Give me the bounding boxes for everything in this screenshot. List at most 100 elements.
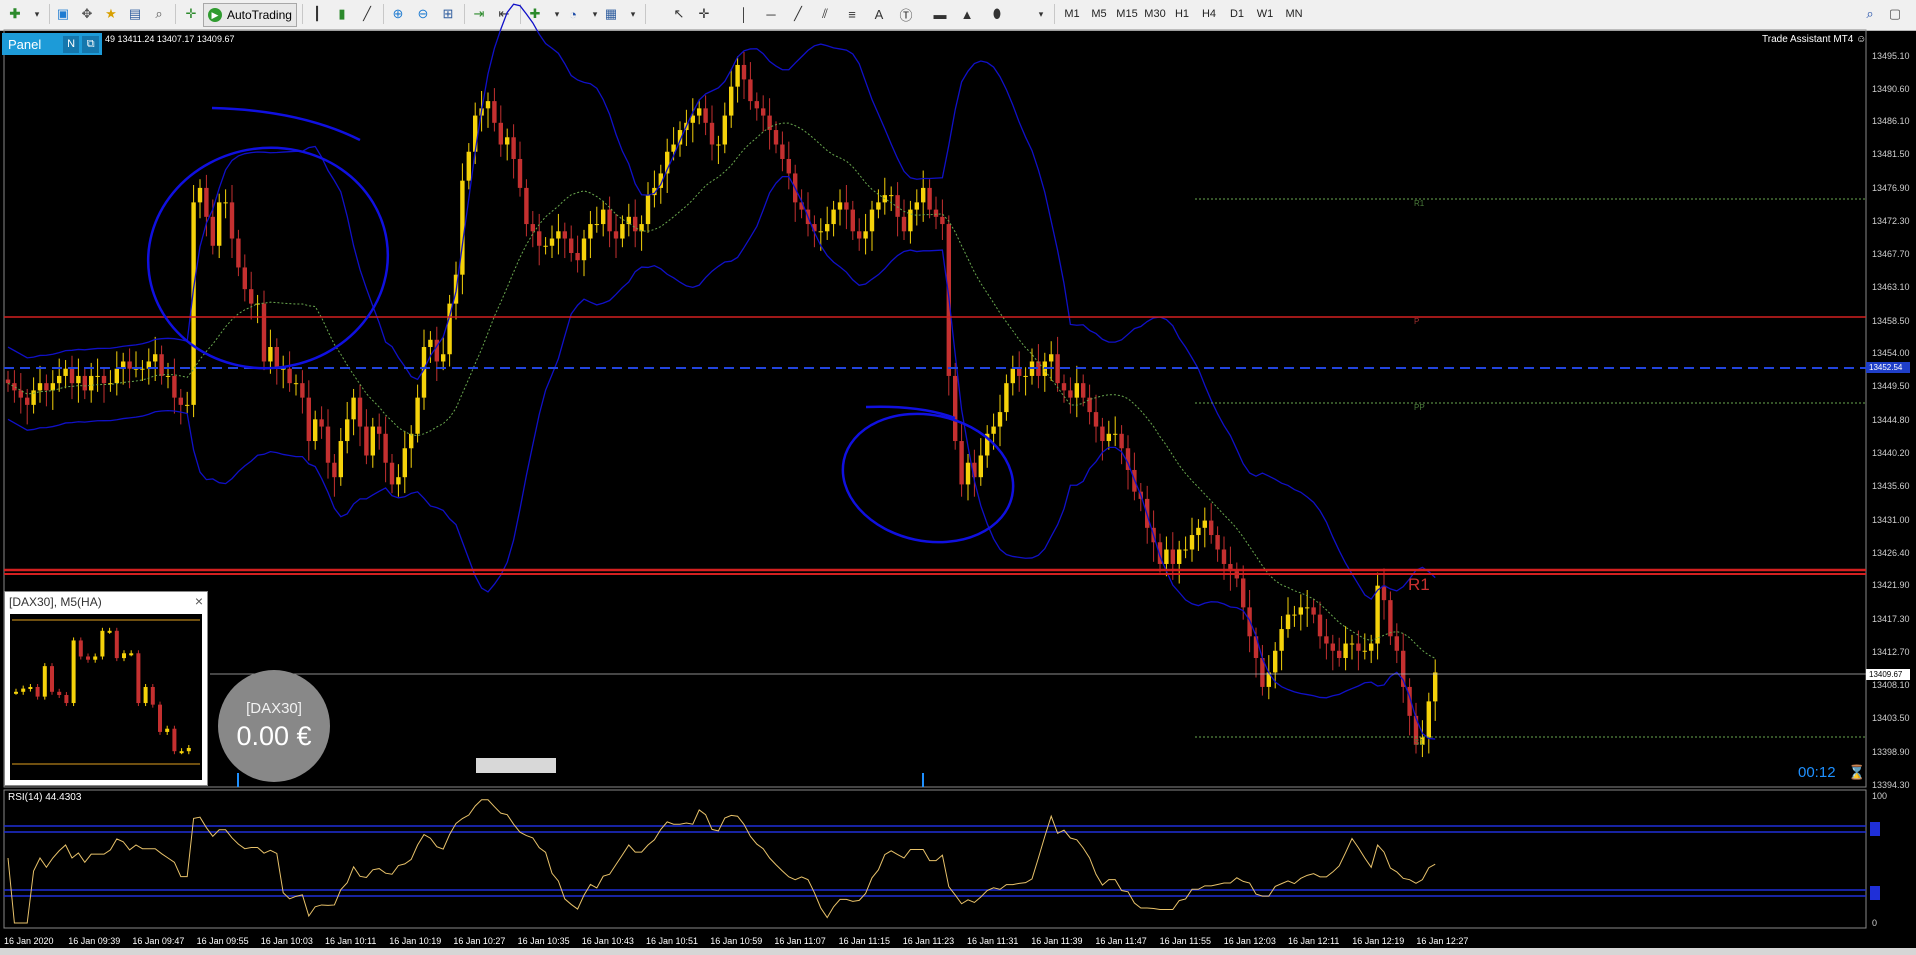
candle-body: [498, 122, 503, 145]
candle-body: [697, 108, 702, 116]
candle-body: [402, 448, 407, 478]
candle-body: [485, 101, 491, 109]
price-axis-label: 13403.50: [1872, 713, 1910, 724]
panel-window-button[interactable]: ⧉: [82, 35, 99, 53]
candle-body: [575, 252, 580, 261]
time-axis-label: 16 Jan 11:39: [1031, 936, 1083, 946]
time-axis-label: 16 Jan 11:23: [902, 936, 955, 946]
candle-body: [1004, 383, 1009, 413]
bar-countdown: 00:12: [1798, 764, 1836, 781]
panel-title: Panel: [8, 36, 42, 52]
annotation-circle-left: [146, 146, 390, 370]
rsi-scale-top: 100: [1872, 791, 1888, 801]
mini-candle: [136, 653, 141, 704]
candle-body: [1362, 650, 1367, 652]
candle-body: [588, 224, 593, 239]
candle-body: [82, 375, 87, 391]
candle-body: [364, 426, 369, 456]
main-chart[interactable]: R1PPPR1S1: [0, 0, 1916, 788]
pivot-label-r1-small: R1: [1414, 199, 1425, 208]
candle-body: [319, 419, 324, 427]
mini-candle: [107, 630, 112, 633]
mini-candle: [129, 653, 134, 656]
candle-body: [1349, 643, 1355, 645]
candle-body: [1433, 672, 1438, 702]
mini-candle: [150, 686, 155, 705]
candle-body: [786, 158, 791, 174]
mini-chart-close-icon[interactable]: ×: [195, 593, 203, 609]
candle-body: [889, 195, 894, 197]
candle-body: [997, 412, 1003, 427]
candle-body: [722, 115, 727, 145]
candle-body: [901, 216, 907, 232]
candle-body: [1394, 636, 1399, 651]
candle-body: [127, 361, 132, 369]
candle-body: [300, 383, 305, 398]
candle-body: [57, 375, 62, 384]
rsi-label: RSI(14) 44.4303: [8, 792, 82, 803]
candle-body: [268, 347, 273, 362]
candle-body: [1330, 643, 1335, 651]
candle-body: [748, 79, 753, 102]
price-axis-label: 13476.90: [1872, 182, 1910, 193]
candle-body: [101, 375, 107, 384]
mini-candle: [93, 656, 98, 660]
candle-body: [172, 375, 177, 398]
mini-candle: [186, 747, 191, 752]
candle-body: [1074, 383, 1079, 398]
candle-body: [844, 202, 849, 210]
candle-body: [729, 86, 734, 116]
candle-body: [95, 375, 100, 377]
gray-button[interactable]: [476, 758, 556, 773]
candle-body: [37, 383, 43, 391]
panel-n-button[interactable]: N: [62, 35, 80, 53]
price-axis-label: 13431.00: [1872, 514, 1910, 525]
candle-body: [953, 375, 958, 442]
time-axis-label: 16 Jan 11:31: [967, 936, 1019, 946]
rsi-subwindow[interactable]: [0, 788, 1916, 929]
time-axis-label: 16 Jan 10:11: [325, 936, 377, 946]
candle-body: [511, 137, 516, 159]
candle-body: [293, 383, 299, 385]
time-axis-label: 16 Jan 12:19: [1352, 936, 1405, 946]
candle-body: [370, 426, 375, 456]
candle-body: [415, 397, 420, 434]
candle-body: [332, 462, 337, 478]
candle-body: [89, 375, 94, 391]
mini-candle: [78, 640, 83, 657]
mini-candle: [86, 656, 90, 660]
candle-body: [517, 158, 523, 188]
mini-candle: [165, 728, 170, 732]
candle-body: [645, 195, 651, 225]
candle-body: [895, 195, 900, 217]
candle-body: [837, 202, 843, 210]
mini-candle: [114, 630, 119, 659]
candle-body: [63, 368, 68, 376]
price-axis-label: 13398.90: [1872, 746, 1910, 757]
candle-body: [1093, 412, 1099, 427]
candle-body: [569, 238, 574, 253]
price-axis-label: 13449.50: [1872, 380, 1910, 391]
candle-body: [537, 231, 542, 246]
candle-body: [1285, 614, 1291, 630]
candle-body: [165, 375, 171, 377]
mini-chart-window[interactable]: [DAX30], M5(HA) ×: [4, 591, 208, 786]
candle-body: [716, 144, 721, 146]
price-axis-label: 13454.00: [1872, 348, 1910, 359]
candle-body: [5, 379, 11, 384]
price-axis-label: 13426.40: [1872, 547, 1910, 558]
candle-body: [626, 216, 631, 225]
candle-body: [1196, 527, 1201, 536]
mini-candle: [158, 704, 162, 732]
candle-body: [428, 339, 433, 348]
candle-body: [274, 347, 279, 369]
trade-panel[interactable]: Panel N ⧉: [2, 33, 102, 55]
status-bar: [0, 948, 1916, 955]
candle-body: [1311, 607, 1316, 615]
mini-chart-title: [DAX30], M5(HA): [9, 595, 102, 609]
candle-body: [236, 238, 241, 268]
candle-body: [1426, 701, 1431, 738]
candle-body: [351, 397, 356, 420]
candle-body: [473, 115, 478, 152]
price-axis-label: 13495.10: [1872, 51, 1910, 61]
